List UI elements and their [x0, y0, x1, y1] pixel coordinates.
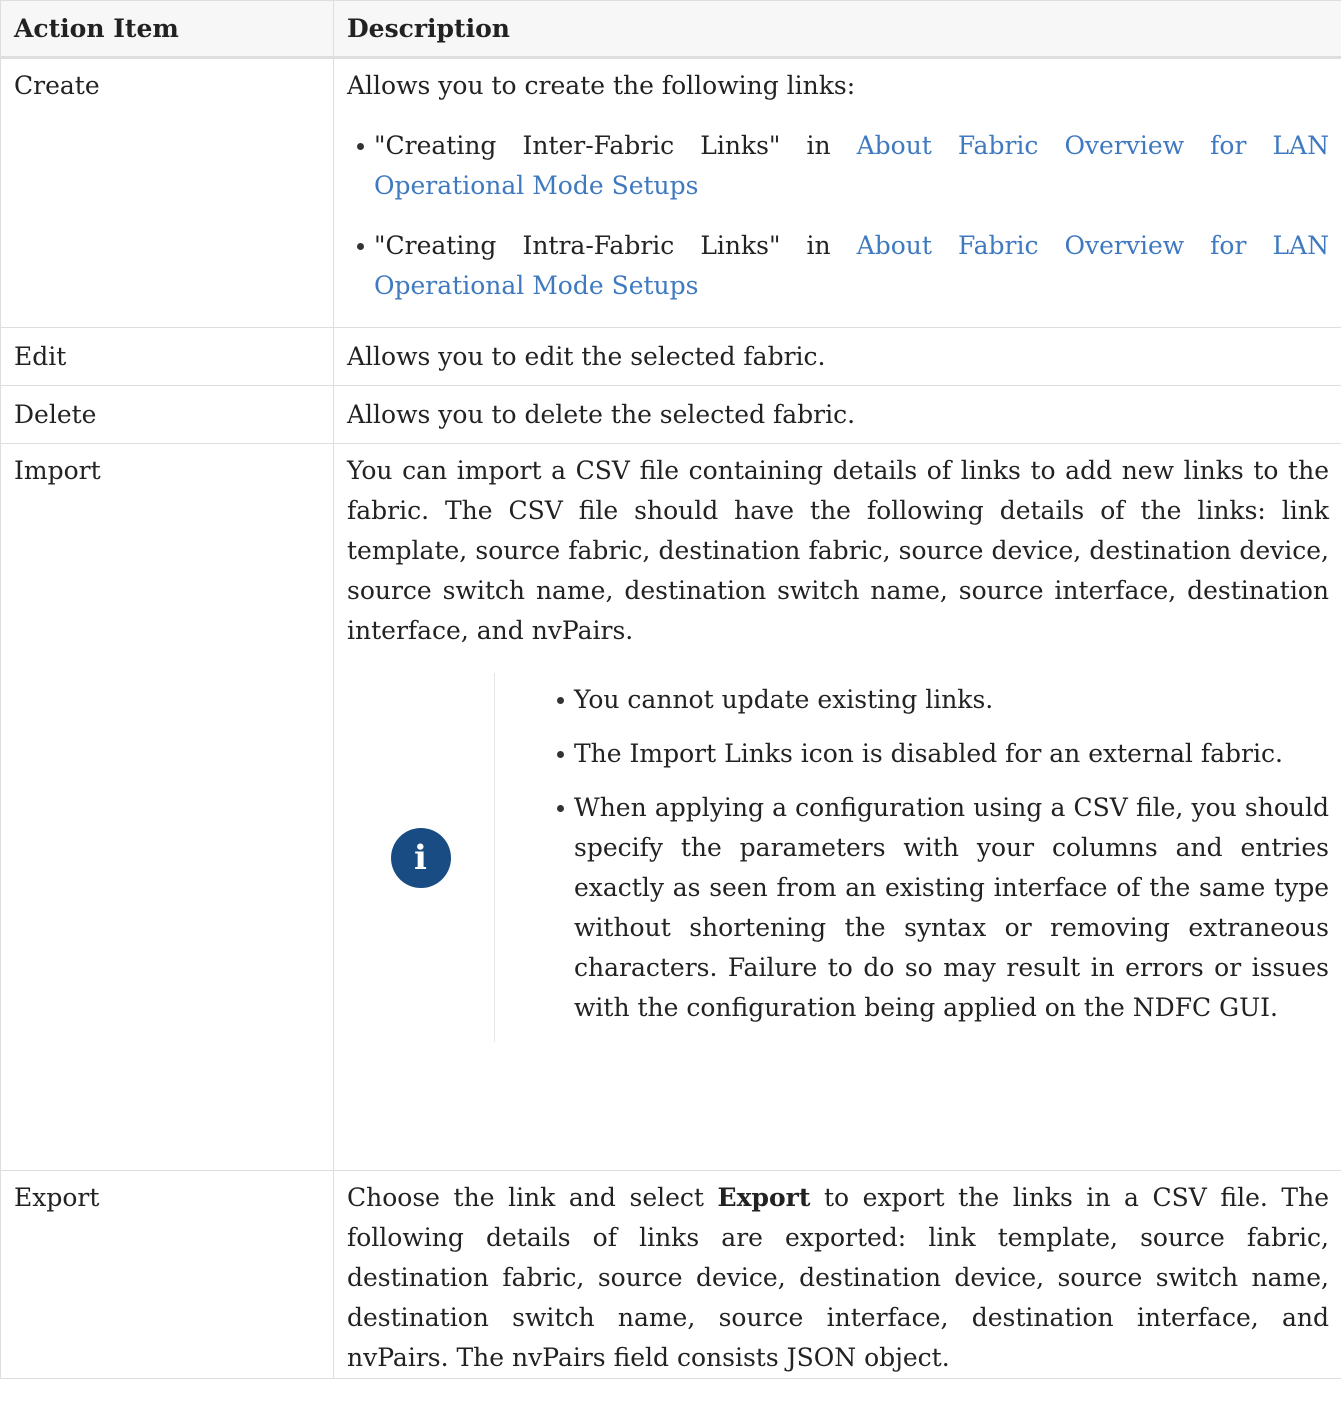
description-edit: Allows you to edit the selected fabric.: [333, 327, 1341, 386]
note-list: You cannot update existing links. The Im…: [547, 680, 1329, 1028]
header-description: Description: [333, 0, 1341, 59]
table-row-create: Create Allows you to create the followin…: [0, 57, 1341, 328]
header-action-item: Action Item: [0, 0, 334, 59]
action-import: Import: [0, 443, 334, 1171]
action-delete: Delete: [0, 385, 334, 444]
export-desc-before: Choose the link and select: [347, 1183, 718, 1212]
list-item: You cannot update existing links.: [557, 680, 1329, 720]
create-link-list: "Creating Inter-Fabric Links" in About F…: [347, 126, 1329, 306]
table-row-edit: Edit Allows you to edit the selected fab…: [0, 327, 1341, 386]
list-item: "Creating Inter-Fabric Links" in About F…: [357, 126, 1329, 206]
table-row-export: Export Choose the link and select Export…: [0, 1170, 1341, 1379]
table-row-delete: Delete Allows you to delete the selected…: [0, 385, 1341, 444]
description-import: You can import a CSV file containing det…: [333, 443, 1341, 1171]
create-item-prefix: "Creating Intra-Fabric Links" in: [374, 231, 857, 260]
import-note: i You cannot update existing links. The …: [347, 673, 1329, 1042]
action-items-table: Action Item Description Create Allows yo…: [0, 0, 1341, 1379]
description-create: Allows you to create the following links…: [333, 57, 1341, 328]
table-header-row: Action Item Description: [0, 0, 1341, 59]
description-export: Choose the link and select Export to exp…: [333, 1170, 1341, 1379]
create-item-prefix: "Creating Inter-Fabric Links" in: [374, 131, 857, 160]
action-edit: Edit: [0, 327, 334, 386]
list-item: When applying a configuration using a CS…: [557, 788, 1329, 1028]
note-body: You cannot update existing links. The Im…: [495, 673, 1329, 1042]
create-intro: Allows you to create the following links…: [347, 71, 856, 100]
list-item: "Creating Intra-Fabric Links" in About F…: [357, 226, 1329, 306]
table-row-import: Import You can import a CSV file contain…: [0, 443, 1341, 1171]
import-description: You can import a CSV file containing det…: [347, 456, 1329, 645]
export-description: Choose the link and select Export to exp…: [347, 1178, 1329, 1378]
export-keyword: Export: [717, 1183, 811, 1212]
info-icon: i: [390, 827, 451, 888]
action-create: Create: [0, 57, 334, 328]
action-export: Export: [0, 1170, 334, 1379]
list-item: The Import Links icon is disabled for an…: [557, 734, 1329, 774]
description-delete: Allows you to delete the selected fabric…: [333, 385, 1341, 444]
